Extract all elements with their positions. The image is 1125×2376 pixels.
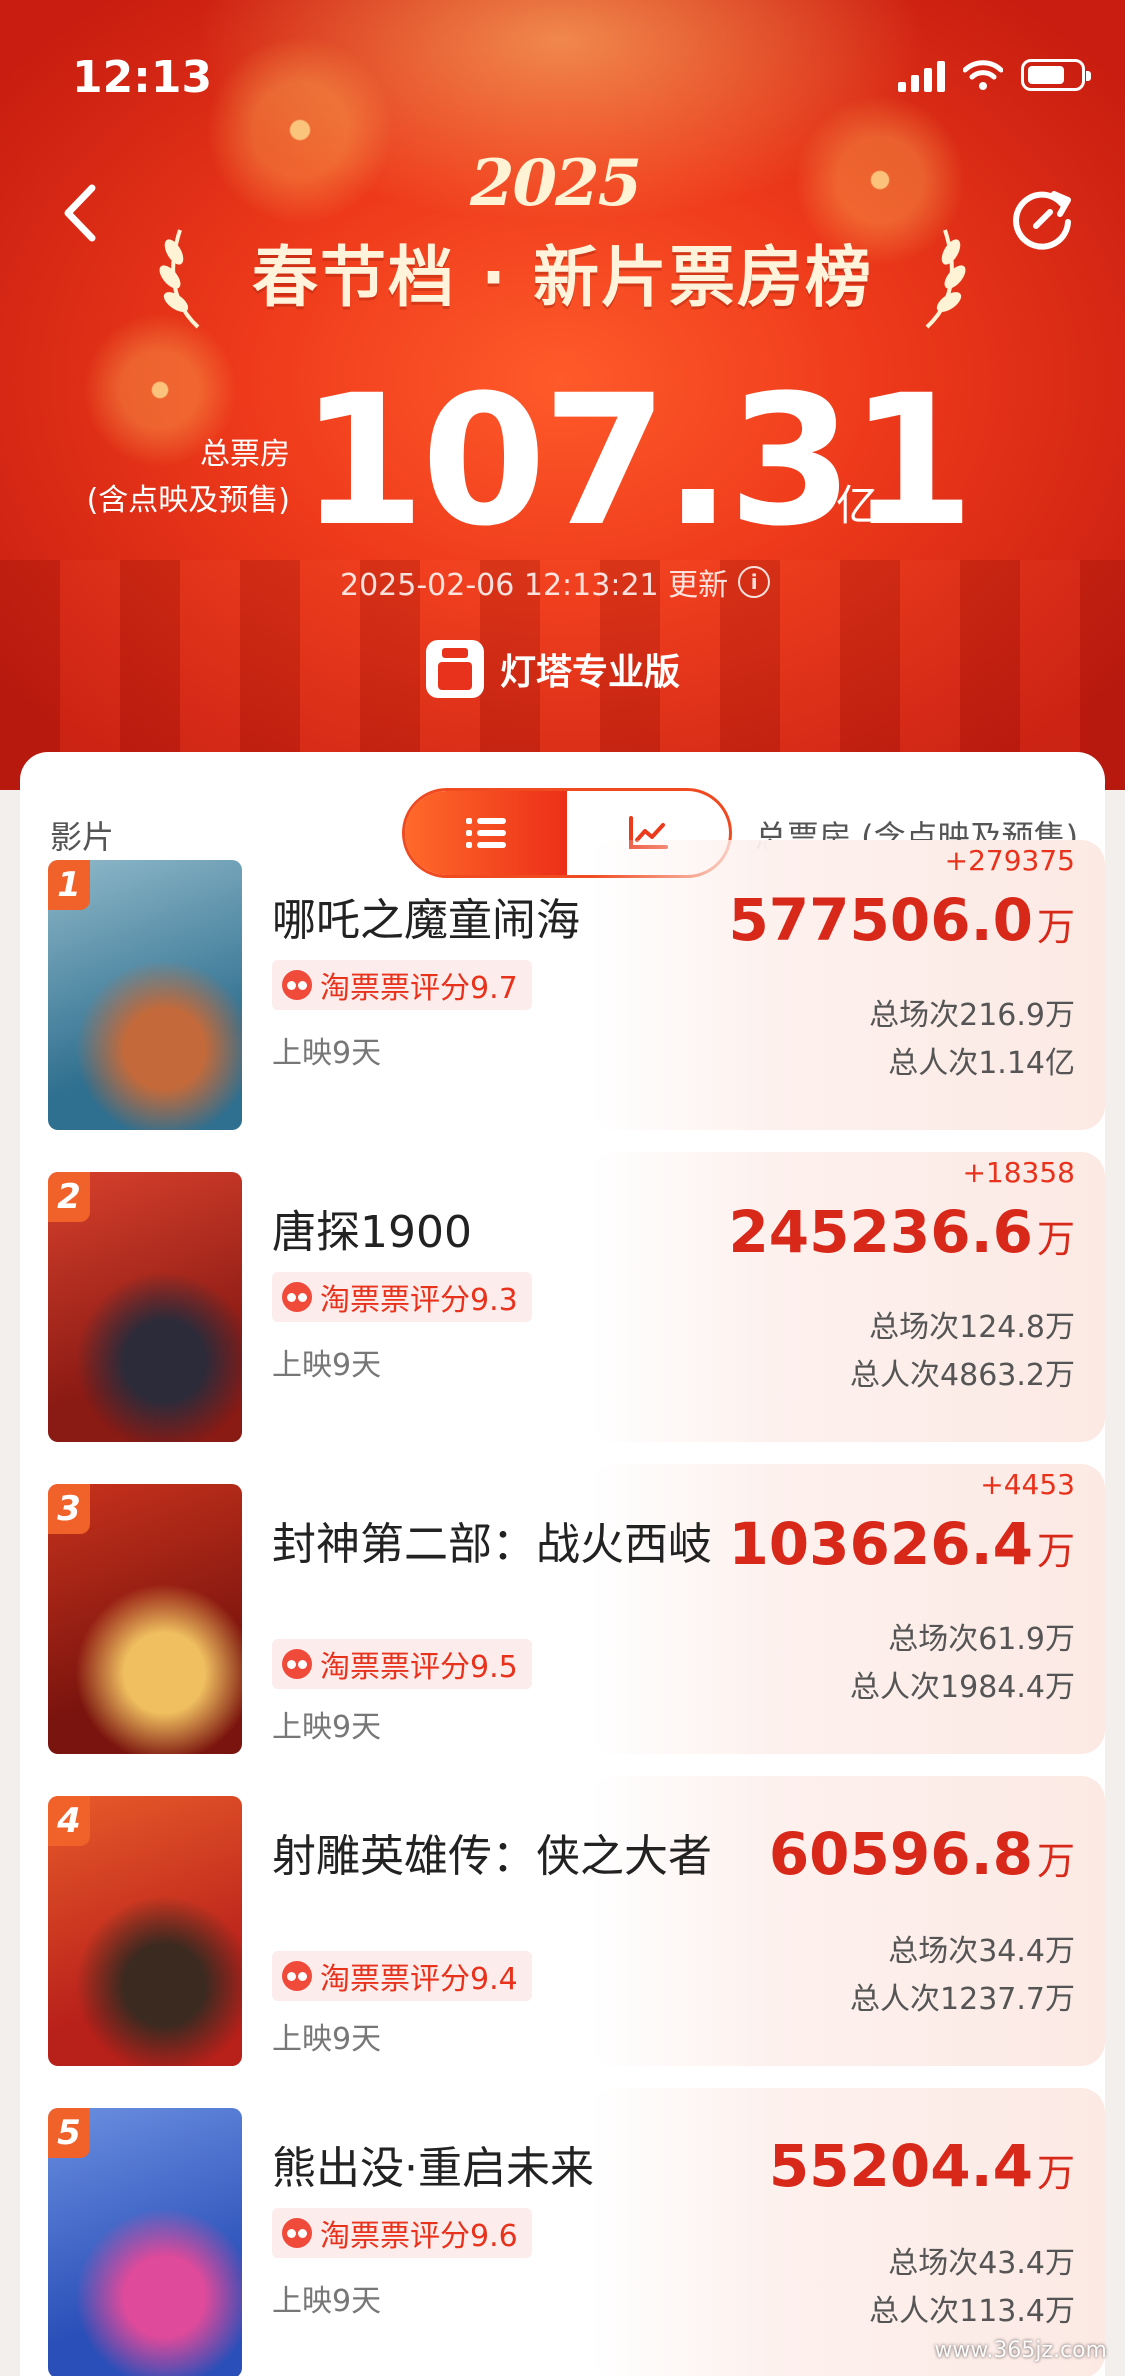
rating-text: 淘票票评分9.4 — [320, 1962, 518, 1997]
laurel-icon — [925, 229, 966, 329]
status-time: 12:13 — [72, 52, 213, 103]
total-viewers: 总人次113.4万 — [869, 2294, 1075, 2329]
gross-number: 55204.4 — [768, 2132, 1033, 2200]
gross-value: 60596.8 万 — [769, 1820, 1075, 1888]
movie-row-highlight — [590, 1152, 1105, 1442]
info-icon[interactable]: i — [738, 566, 771, 598]
rating-text: 淘票票评分9.7 — [320, 971, 518, 1006]
brand-logo-icon — [426, 640, 484, 698]
rank-badge: 1 — [48, 860, 90, 910]
days-released: 上映9天 — [272, 2284, 382, 2319]
watermark: www.365jz.com — [934, 2338, 1107, 2363]
year-badge: 2025 — [470, 146, 642, 221]
movie-title[interactable]: 封神第二部：战火西岐 — [272, 1514, 722, 1576]
battery-icon — [1021, 59, 1091, 91]
gross-value: 245236.6 万 — [728, 1198, 1075, 1266]
gross-number: 103626.4 — [728, 1510, 1033, 1578]
movie-row-highlight — [590, 840, 1105, 1130]
gross-unit: 万 — [1036, 1529, 1075, 1573]
gross-value: 577506.0 万 — [728, 886, 1075, 954]
rating-badge: 淘票票评分9.6 — [272, 2208, 532, 2258]
movie-poster[interactable]: 4 — [48, 1796, 242, 2066]
movie-poster[interactable]: 3 — [48, 1484, 242, 1754]
movie-title[interactable]: 熊出没·重启未来 — [272, 2138, 722, 2200]
days-released: 上映9天 — [272, 1348, 382, 1383]
movie-row-highlight — [590, 1464, 1105, 1754]
rank-badge: 5 — [48, 2108, 90, 2158]
rank-badge: 3 — [48, 1484, 90, 1534]
total-viewers: 总人次1984.4万 — [850, 1670, 1075, 1705]
taopiaopiao-icon — [282, 2218, 312, 2248]
gross-unit: 万 — [1036, 905, 1075, 949]
rating-text: 淘票票评分9.3 — [320, 1283, 518, 1318]
rating-badge: 淘票票评分9.3 — [272, 1272, 532, 1322]
movie-poster[interactable]: 5 — [48, 2108, 242, 2376]
days-released: 上映9天 — [272, 1710, 382, 1745]
status-bar: 12:13 — [0, 0, 1125, 150]
total-label-note: (含点映及预售) — [86, 483, 290, 518]
back-icon[interactable] — [52, 178, 112, 248]
days-released: 上映9天 — [272, 2022, 382, 2057]
update-time: 2025-02-06 12:13:21 更新 i — [340, 560, 771, 604]
rating-badge: 淘票票评分9.5 — [272, 1639, 532, 1689]
total-viewers: 总人次4863.2万 — [850, 1358, 1075, 1393]
taopiaopiao-icon — [282, 970, 312, 1000]
total-viewers: 总人次1.14亿 — [888, 1046, 1075, 1081]
gross-unit: 万 — [1036, 2151, 1075, 2195]
gross-delta: +18358 — [962, 1156, 1075, 1189]
movie-title[interactable]: 哪吒之魔童闹海 — [272, 890, 722, 952]
total-unit: 亿 — [836, 481, 879, 530]
movie-title[interactable]: 唐探1900 — [272, 1202, 722, 1264]
ranking-panel: 影片 总票房 (含点映及预售) 1 哪吒之魔童闹海 淘票票评分9.7 上映9天 … — [20, 752, 1105, 2376]
page-title: 春节档 · 新片票房榜 — [251, 239, 874, 316]
rating-badge: 淘票票评分9.4 — [272, 1951, 532, 2001]
rank-badge: 2 — [48, 1172, 90, 1222]
total-shows: 总场次61.9万 — [888, 1622, 1075, 1657]
gross-value: 103626.4 万 — [728, 1510, 1075, 1578]
total-shows: 总场次34.4万 — [888, 1934, 1075, 1969]
total-label: 总票房 (含点映及预售) — [60, 432, 290, 524]
total-viewers: 总人次1237.7万 — [850, 1982, 1075, 2017]
movie-row[interactable]: 2 唐探1900 淘票票评分9.3 上映9天 +18358 245236.6 万 … — [40, 1152, 1105, 1442]
movie-poster[interactable]: 1 — [48, 860, 242, 1130]
taopiaopiao-icon — [282, 1282, 312, 1312]
update-time-text: 2025-02-06 12:13:21 更新 — [340, 568, 729, 603]
laurel-icon — [159, 229, 200, 329]
movie-row[interactable]: 3 封神第二部：战火西岐 淘票票评分9.5 上映9天 +4453 103626.… — [40, 1464, 1105, 1754]
total-shows: 总场次216.9万 — [869, 998, 1075, 1033]
gross-delta: +279375 — [944, 844, 1075, 877]
wifi-icon — [963, 60, 1003, 90]
rating-text: 淘票票评分9.6 — [320, 2219, 518, 2254]
refresh-icon[interactable] — [1010, 186, 1076, 252]
days-released: 上映9天 — [272, 1036, 382, 1071]
rank-badge: 4 — [48, 1796, 90, 1846]
gross-unit: 万 — [1036, 1839, 1075, 1883]
signal-icon — [898, 58, 945, 92]
total-shows: 总场次124.8万 — [869, 1310, 1075, 1345]
gross-delta: +4453 — [980, 1468, 1075, 1501]
brand: 灯塔专业版 — [426, 640, 680, 698]
gross-number: 577506.0 — [728, 886, 1033, 954]
movie-title[interactable]: 射雕英雄传：侠之大者 — [272, 1826, 722, 1888]
rating-text: 淘票票评分9.5 — [320, 1650, 518, 1685]
taopiaopiao-icon — [282, 1649, 312, 1679]
movie-row[interactable]: 1 哪吒之魔童闹海 淘票票评分9.7 上映9天 +279375 577506.0… — [40, 840, 1105, 1130]
movie-row[interactable]: 4 射雕英雄传：侠之大者 淘票票评分9.4 上映9天 60596.8 万 总场次3… — [40, 1776, 1105, 2066]
gross-number: 245236.6 — [728, 1198, 1033, 1266]
gross-number: 60596.8 — [768, 1820, 1033, 1888]
rating-badge: 淘票票评分9.7 — [272, 960, 532, 1010]
status-icons — [898, 58, 1091, 92]
gross-value: 55204.4 万 — [769, 2132, 1075, 2200]
taopiaopiao-icon — [282, 1961, 312, 1991]
total-shows: 总场次43.4万 — [888, 2246, 1075, 2281]
movie-poster[interactable]: 2 — [48, 1172, 242, 1442]
brand-name: 灯塔专业版 — [500, 652, 681, 693]
movie-row[interactable]: 5 熊出没·重启未来 淘票票评分9.6 上映9天 55204.4 万 总场次43.… — [40, 2088, 1105, 2376]
gross-unit: 万 — [1036, 1217, 1075, 1261]
total-label-main: 总票房 — [200, 437, 290, 472]
